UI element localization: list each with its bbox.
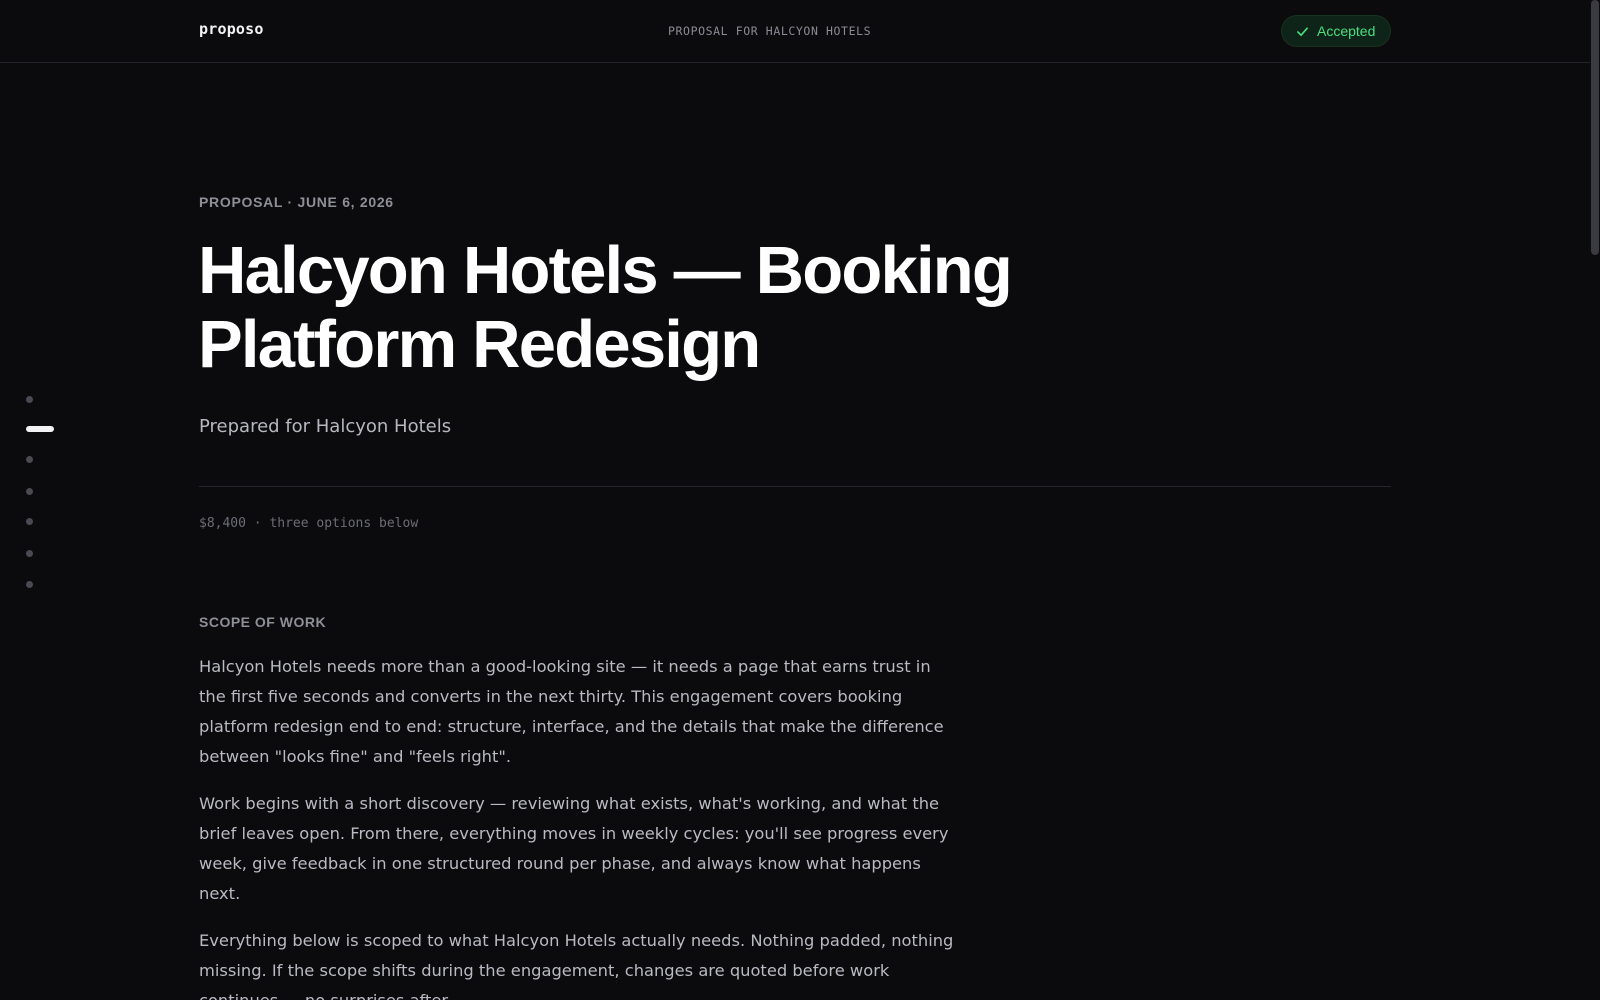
section-dot[interactable] xyxy=(26,396,33,403)
check-icon xyxy=(1296,25,1309,38)
section-dot[interactable] xyxy=(26,550,33,557)
section-dot[interactable] xyxy=(26,456,33,463)
scope-paragraph: Work begins with a short discovery — rev… xyxy=(199,794,949,903)
scope-body: Halcyon Hotels needs more than a good-lo… xyxy=(199,652,959,1000)
scope-paragraph: Halcyon Hotels needs more than a good-lo… xyxy=(199,657,944,766)
page-title: Halcyon Hotels — Booking Platform Redesi… xyxy=(198,233,1013,382)
price-summary: $8,400 · three options below xyxy=(199,516,419,531)
proposal-eyebrow: PROPOSAL · JUNE 6, 2026 xyxy=(199,194,394,210)
scrollbar-thumb[interactable] xyxy=(1591,0,1599,255)
divider xyxy=(199,486,1391,487)
proposal-recipient-label: PROPOSAL FOR HALCYON HOTELS xyxy=(668,24,872,38)
brand-logo[interactable]: proposo xyxy=(199,20,264,38)
prepared-for: Prepared for Halcyon Hotels xyxy=(199,416,452,437)
scope-paragraph: Everything below is scoped to what Halcy… xyxy=(199,931,954,1000)
section-dot[interactable] xyxy=(26,581,33,588)
status-badge: Accepted xyxy=(1281,15,1391,47)
section-dot[interactable] xyxy=(26,518,33,525)
status-label: Accepted xyxy=(1317,23,1376,39)
section-heading-scope: SCOPE OF WORK xyxy=(199,614,327,630)
top-bar: proposo PROPOSAL FOR HALCYON HOTELS Acce… xyxy=(0,0,1590,63)
section-dot-active[interactable] xyxy=(26,426,54,432)
section-dot[interactable] xyxy=(26,488,33,495)
